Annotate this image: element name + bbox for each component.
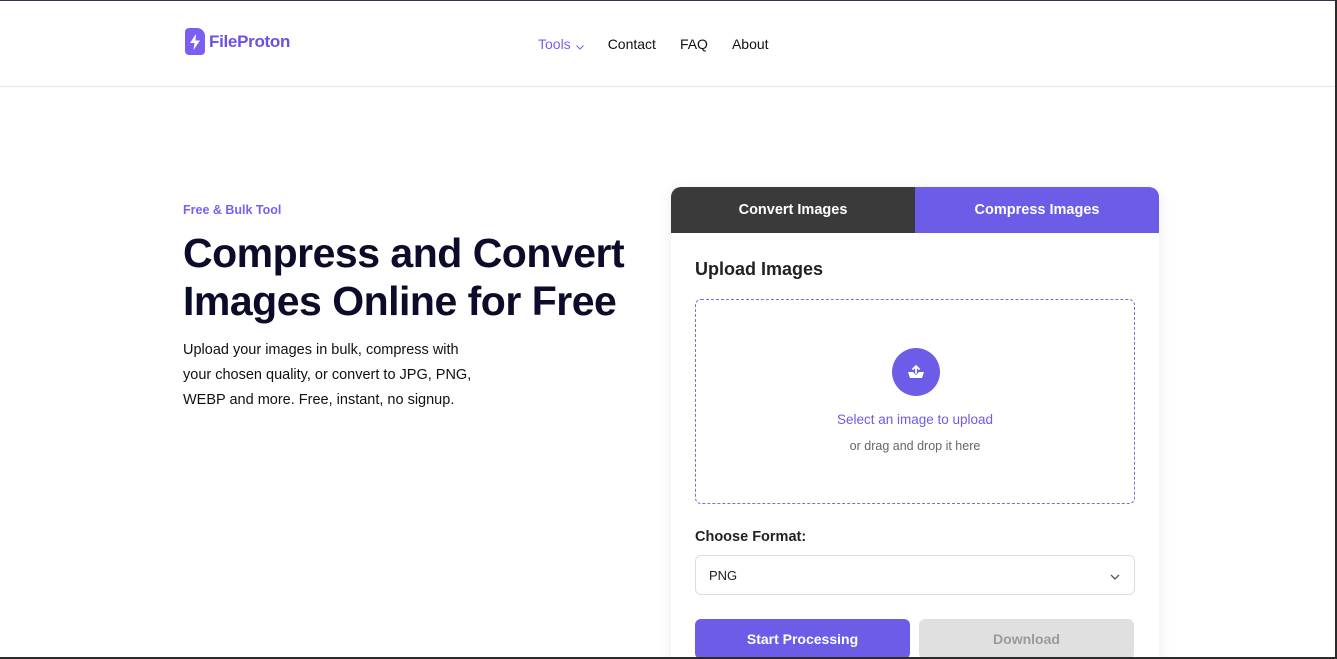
nav-faq[interactable]: FAQ [680, 36, 708, 52]
format-label: Choose Format: [695, 529, 807, 545]
logo-text: FileProton [209, 31, 291, 51]
main-nav: Tools Contact FAQ About [538, 35, 793, 53]
nav-about[interactable]: About [732, 36, 769, 52]
nav-contact[interactable]: Contact [608, 36, 656, 52]
drag-drop-hint: or drag and drop it here [849, 439, 981, 453]
hero-section: Free & Bulk Tool Compress and Convert Im… [183, 203, 643, 413]
tool-tabs: Convert Images Compress Images [671, 187, 1159, 233]
bolt-icon [185, 28, 205, 55]
hero-title: Compress and Convert Images Online for F… [183, 229, 643, 325]
hero-title-line-1: Compress and Convert [183, 230, 625, 276]
hero-eyebrow: Free & Bulk Tool [183, 203, 282, 217]
download-button[interactable]: Download [919, 619, 1134, 659]
logo[interactable]: FileProton [185, 28, 290, 55]
nav-tools[interactable]: Tools [538, 35, 584, 53]
chevron-down-icon [1110, 568, 1120, 583]
tool-card: Convert Images Compress Images Upload Im… [671, 187, 1159, 659]
upload-dropzone[interactable]: Select an image to upload or drag and dr… [695, 299, 1135, 504]
format-select[interactable]: PNG [695, 555, 1135, 595]
hero-description: Upload your images in bulk, compress wit… [183, 338, 503, 413]
hero-desc-line-3: WEBP and more. Free, instant, no signup. [183, 392, 455, 408]
start-processing-button[interactable]: Start Processing [695, 619, 910, 659]
select-image-link[interactable]: Select an image to upload [696, 412, 1134, 427]
format-select-value: PNG [709, 567, 738, 583]
chevron-down-icon [575, 37, 584, 53]
upload-title: Upload Images [695, 259, 824, 279]
tab-convert-images[interactable]: Convert Images [671, 187, 915, 233]
hero-desc-line-1: Upload your images in bulk, compress wit… [183, 342, 459, 358]
hero-title-line-2: Images Online for Free [183, 278, 617, 324]
tab-compress-images[interactable]: Compress Images [915, 187, 1159, 233]
hero-desc-line-2: your chosen quality, or convert to JPG, … [183, 367, 472, 383]
upload-icon[interactable] [892, 348, 940, 396]
nav-tools-label: Tools [538, 36, 571, 52]
site-header: FileProton Tools Contact FAQ About [0, 1, 1335, 87]
